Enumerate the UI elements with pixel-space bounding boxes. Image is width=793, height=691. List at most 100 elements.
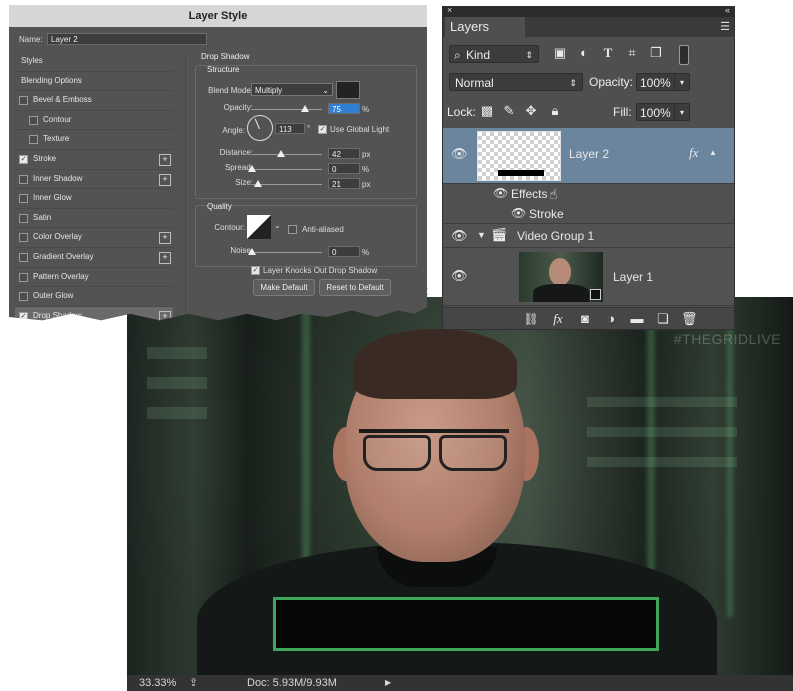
layer-blend-mode-select[interactable]: Normal ⇕ xyxy=(449,73,583,91)
style-checkbox[interactable] xyxy=(19,194,28,204)
layer-row-layer-1[interactable]: 👁︎ Layer 1 xyxy=(443,248,734,306)
status-menu-arrow-icon[interactable]: ▶ xyxy=(385,675,391,691)
style-item-gradient-overlay[interactable]: Gradient Overlay + xyxy=(15,248,173,268)
use-global-light-checkbox[interactable]: ✓ xyxy=(318,125,327,134)
add-mask-icon[interactable]: ◙ xyxy=(577,311,593,326)
share-icon[interactable]: ⇪ xyxy=(189,675,198,691)
style-checkbox[interactable] xyxy=(19,213,28,223)
visibility-eye-icon[interactable]: 👁︎ xyxy=(511,206,526,220)
style-item-stroke[interactable]: ✓ Stroke + xyxy=(15,150,173,170)
noise-slider[interactable] xyxy=(252,252,322,253)
layer-name-input[interactable]: Layer 2 xyxy=(47,33,207,45)
anti-aliased-checkbox[interactable] xyxy=(288,225,297,234)
filter-toggle-switch[interactable] xyxy=(679,45,689,65)
filter-shape-layer-icon[interactable]: ⌗ xyxy=(623,45,641,61)
visibility-eye-icon[interactable]: 👁︎ xyxy=(451,268,468,284)
styles-header[interactable]: Styles xyxy=(15,52,173,72)
filter-smart-object-icon[interactable]: ❐ xyxy=(647,45,665,61)
knocks-out-checkbox[interactable]: ✓ xyxy=(251,266,260,275)
style-item-satin[interactable]: Satin xyxy=(15,209,173,229)
style-checkbox[interactable] xyxy=(29,115,38,125)
style-item-bevel-emboss[interactable]: Bevel & Emboss xyxy=(15,91,173,111)
spread-slider[interactable] xyxy=(252,169,322,170)
group-expand-arrow-icon[interactable]: ▼ xyxy=(477,230,486,240)
close-icon[interactable]: × xyxy=(447,7,452,15)
tab-layers[interactable]: Layers xyxy=(445,17,525,37)
layer-row-video-group-1[interactable]: 👁︎ ▼ 🎬︎ Video Group 1 xyxy=(443,224,734,248)
style-checkbox[interactable] xyxy=(19,252,28,262)
style-item-pattern-overlay[interactable]: Pattern Overlay xyxy=(15,268,173,288)
fx-icon[interactable]: fx xyxy=(689,145,698,161)
add-style-instance-plus-icon[interactable]: + xyxy=(159,251,171,264)
style-checkbox[interactable]: ✓ xyxy=(19,311,28,321)
add-style-instance-plus-icon[interactable]: + xyxy=(159,173,171,186)
new-layer-icon[interactable]: ❏ xyxy=(655,311,671,327)
link-layers-icon[interactable]: ⛓︎ xyxy=(523,312,539,326)
document-canvas-window[interactable]: #THEGRIDLIVE 33.33% ⇪ Doc: 5.93M/9.93M ▶ xyxy=(127,297,793,691)
collapse-effects-arrow-icon[interactable]: ▲ xyxy=(709,148,717,157)
blend-mode-select[interactable]: Multiply ⌄ xyxy=(251,83,333,96)
style-checkbox[interactable]: ✓ xyxy=(19,154,28,164)
layer-name[interactable]: Layer 2 xyxy=(569,147,609,161)
style-item-texture[interactable]: Texture xyxy=(15,130,173,150)
make-default-button[interactable]: Make Default xyxy=(253,279,315,296)
opacity-slider[interactable] xyxy=(252,109,322,110)
opacity-slider-thumb[interactable] xyxy=(300,105,309,112)
style-checkbox[interactable] xyxy=(19,96,28,106)
lock-transparent-pixels-icon[interactable]: ▩ xyxy=(479,103,495,119)
new-group-folder-icon[interactable]: ▬ xyxy=(629,311,645,326)
visibility-eye-icon[interactable]: 👁︎ xyxy=(493,186,508,200)
stroke-effect-row[interactable]: 👁︎ Stroke xyxy=(443,204,734,224)
layer-fill-input[interactable]: 100% ▾ xyxy=(636,103,690,121)
spread-value[interactable]: 0 xyxy=(328,163,360,174)
style-checkbox[interactable] xyxy=(19,272,28,282)
style-checkbox[interactable] xyxy=(29,135,38,145)
style-checkbox[interactable] xyxy=(19,174,28,184)
visibility-eye-icon[interactable]: 👁︎ xyxy=(451,228,468,244)
shadow-color-swatch[interactable] xyxy=(336,81,360,99)
opacity-value[interactable]: 75 xyxy=(328,103,360,114)
add-style-instance-plus-icon[interactable]: + xyxy=(159,153,171,166)
angle-value[interactable]: 113 xyxy=(275,123,305,134)
size-slider-thumb[interactable] xyxy=(253,180,262,187)
layer-name[interactable]: Layer 1 xyxy=(613,270,653,284)
distance-value[interactable]: 42 xyxy=(328,148,360,159)
lock-all-icon[interactable]: 🔒︎ xyxy=(547,103,563,119)
layer-row-layer-2[interactable]: 👁︎ Layer 2 fx ▲ xyxy=(443,128,734,184)
style-item-inner-shadow[interactable]: Inner Shadow + xyxy=(15,170,173,190)
layer-name[interactable]: Video Group 1 xyxy=(517,229,594,243)
style-item-blending-options[interactable]: Blending Options xyxy=(15,72,173,92)
size-value[interactable]: 21 xyxy=(328,178,360,189)
new-adjustment-layer-icon[interactable]: ◑ xyxy=(603,311,619,326)
zoom-level[interactable]: 33.33% xyxy=(139,675,176,691)
angle-dial[interactable] xyxy=(247,115,273,141)
effects-row[interactable]: 👁︎ Effects ☝︎ xyxy=(443,184,734,204)
contour-chevron-down-icon[interactable]: ⌄ xyxy=(274,221,281,230)
panel-menu-icon[interactable]: ☰ xyxy=(720,20,730,33)
style-checkbox[interactable] xyxy=(19,292,28,302)
size-slider[interactable] xyxy=(252,184,322,185)
lock-image-pixels-icon[interactable]: ✎ xyxy=(501,103,517,119)
trash-icon[interactable]: 🗑︎ xyxy=(681,311,698,327)
style-item-color-overlay[interactable]: Color Overlay + xyxy=(15,228,173,248)
layer-opacity-input[interactable]: 100% ▾ xyxy=(636,73,690,91)
add-layer-style-fx-icon[interactable]: fx xyxy=(549,311,567,327)
noise-value[interactable]: 0 xyxy=(328,246,360,257)
distance-slider-thumb[interactable] xyxy=(277,150,286,157)
filter-adjustment-layer-icon[interactable]: ◐ xyxy=(575,45,593,60)
noise-slider-thumb[interactable] xyxy=(248,248,256,255)
filter-type-layer-icon[interactable]: T xyxy=(599,45,617,61)
collapse-icon[interactable]: « xyxy=(725,7,730,15)
chevron-down-icon[interactable]: ▾ xyxy=(674,104,689,120)
style-item-contour[interactable]: Contour xyxy=(15,111,173,131)
add-style-instance-plus-icon[interactable]: + xyxy=(159,232,171,245)
chevron-down-icon[interactable]: ▾ xyxy=(674,74,689,90)
distance-slider[interactable] xyxy=(252,154,322,155)
style-item-outer-glow[interactable]: Outer Glow xyxy=(15,287,173,307)
lock-position-icon[interactable]: ✥ xyxy=(523,103,539,119)
style-checkbox[interactable] xyxy=(19,233,28,243)
contour-preview[interactable] xyxy=(247,215,271,239)
filter-pixel-layer-icon[interactable]: ▣ xyxy=(551,45,569,61)
spread-slider-thumb[interactable] xyxy=(248,165,256,172)
style-item-inner-glow[interactable]: Inner Glow xyxy=(15,189,173,209)
